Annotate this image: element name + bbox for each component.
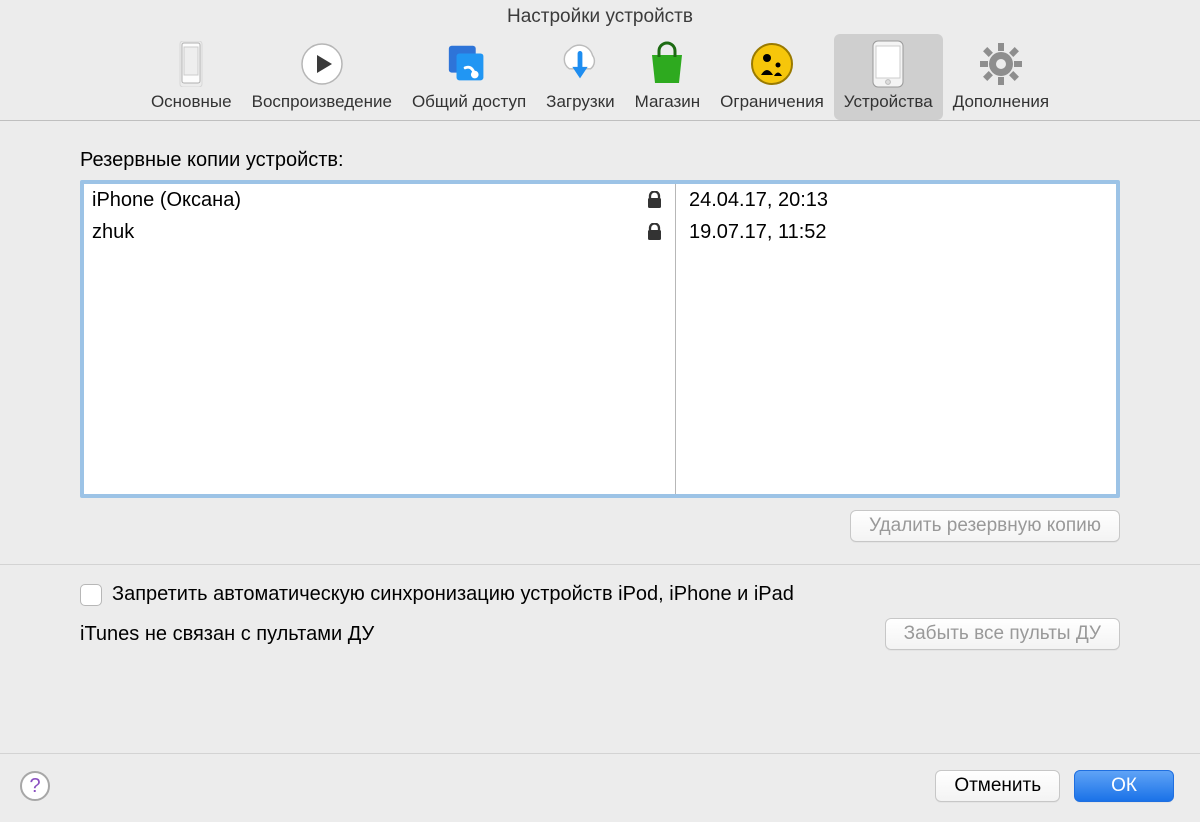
downloads-icon <box>556 40 604 88</box>
prevent-sync-checkbox[interactable] <box>80 584 102 606</box>
tab-restrictions[interactable]: Ограничения <box>710 34 834 120</box>
backup-name: zhuk <box>92 221 632 244</box>
restrictions-icon <box>748 40 796 88</box>
tab-label: Магазин <box>635 92 701 112</box>
cancel-button[interactable]: Отменить <box>935 770 1060 802</box>
tab-advanced[interactable]: Дополнения <box>943 34 1059 120</box>
lock-icon <box>632 223 662 241</box>
delete-backup-button[interactable]: Удалить резервную копию <box>850 510 1120 542</box>
play-icon <box>298 40 346 88</box>
forget-remotes-button[interactable]: Забыть все пульты ДУ <box>885 618 1120 650</box>
ok-button[interactable]: ОК <box>1074 770 1174 802</box>
footer: ? Отменить ОК <box>0 753 1200 822</box>
help-button[interactable]: ? <box>20 771 50 801</box>
tab-sharing[interactable]: Общий доступ <box>402 34 536 120</box>
window-title: Настройки устройств <box>0 0 1200 30</box>
backups-heading: Резервные копии устройств: <box>80 149 1120 172</box>
preferences-toolbar: Основные Воспроизведение Общий доступ <box>0 30 1200 121</box>
tab-devices[interactable]: Устройства <box>834 34 943 120</box>
separator <box>0 564 1200 565</box>
remotes-status: iTunes не связан с пультами ДУ <box>80 623 374 646</box>
backup-date: 19.07.17, 11:52 <box>675 221 1108 244</box>
backup-date: 24.04.17, 20:13 <box>675 189 1108 212</box>
device-icon <box>864 40 912 88</box>
tab-label: Устройства <box>844 92 933 112</box>
tab-label: Загрузки <box>546 92 614 112</box>
sharing-icon <box>445 40 493 88</box>
backup-row[interactable]: iPhone (Оксана) 24.04.17, 20:13 <box>84 184 1116 216</box>
gear-icon <box>977 40 1025 88</box>
tab-label: Общий доступ <box>412 92 526 112</box>
content-pane: Резервные копии устройств: iPhone (Оксан… <box>0 121 1200 650</box>
general-icon <box>167 40 215 88</box>
prevent-sync-label: Запретить автоматическую синхронизацию у… <box>112 583 794 606</box>
backup-name: iPhone (Оксана) <box>92 189 632 212</box>
tab-label: Ограничения <box>720 92 824 112</box>
store-icon <box>643 40 691 88</box>
tab-label: Воспроизведение <box>252 92 392 112</box>
tab-playback[interactable]: Воспроизведение <box>242 34 402 120</box>
column-divider <box>675 184 676 494</box>
tab-store[interactable]: Магазин <box>625 34 711 120</box>
tab-label: Дополнения <box>953 92 1049 112</box>
backup-list[interactable]: iPhone (Оксана) 24.04.17, 20:13 zhuk 19.… <box>80 180 1120 498</box>
tab-label: Основные <box>151 92 232 112</box>
lock-icon <box>632 191 662 209</box>
tab-general[interactable]: Основные <box>141 34 242 120</box>
backup-row[interactable]: zhuk 19.07.17, 11:52 <box>84 216 1116 248</box>
tab-downloads[interactable]: Загрузки <box>536 34 624 120</box>
